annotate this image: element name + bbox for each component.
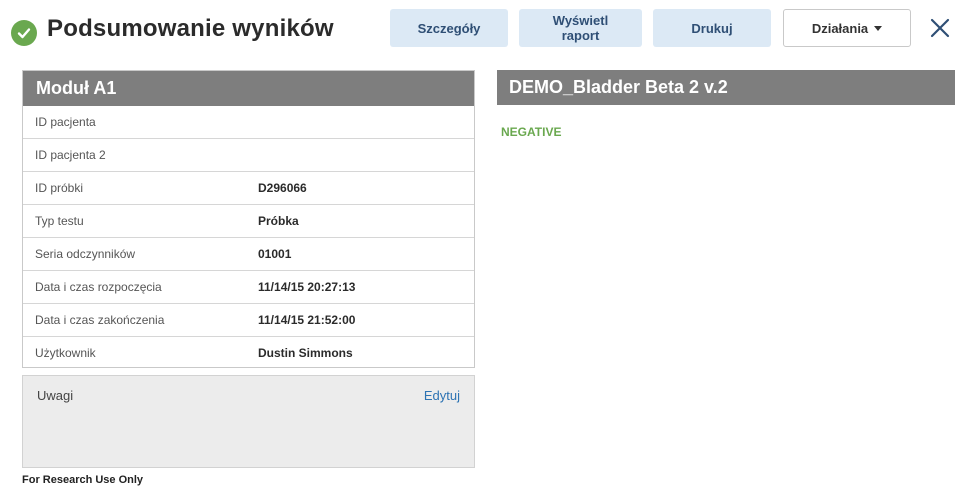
module-info-list: ID pacjenta ID pacjenta 2 ID próbki D296… (23, 106, 474, 369)
info-row-sample-id: ID próbki D296066 (23, 172, 474, 205)
result-status: NEGATIVE (501, 125, 562, 139)
info-label: ID pacjenta (35, 115, 96, 129)
show-report-button[interactable]: Wyświetl raport (519, 9, 642, 47)
info-value: Dustin Simmons (258, 346, 353, 360)
info-value: Próbka (258, 214, 299, 228)
close-icon[interactable] (928, 16, 952, 40)
info-row-reagent-lot: Seria odczynników 01001 (23, 238, 474, 271)
print-button[interactable]: Drukuj (653, 9, 771, 47)
actions-label: Działania (811, 20, 869, 36)
details-button[interactable]: Szczegóły (390, 9, 508, 47)
info-label: Seria odczynników (35, 247, 136, 261)
research-use-note: For Research Use Only (22, 474, 144, 486)
info-row-test-type: Typ testu Próbka (23, 205, 474, 238)
info-label: Typ testu (35, 214, 84, 228)
notes-panel: Uwagi Edytuj (22, 375, 475, 468)
actions-dropdown-button[interactable]: Działania (783, 9, 911, 47)
info-row-patient-id: ID pacjenta (23, 106, 474, 139)
edit-notes-link[interactable]: Edytuj (424, 388, 460, 403)
info-row-start-time: Data i czas rozpoczęcia 11/14/15 20:27:1… (23, 271, 474, 304)
info-row-end-time: Data i czas zakończenia 11/14/15 21:52:0… (23, 304, 474, 337)
info-label: Data i czas zakończenia (35, 313, 165, 327)
notes-label: Uwagi (37, 388, 74, 403)
check-circle-icon (11, 20, 37, 46)
info-row-user: Użytkownik Dustin Simmons (23, 337, 474, 369)
page-title: Podsumowanie wyników (47, 15, 334, 42)
info-row-patient-id-2: ID pacjenta 2 (23, 139, 474, 172)
module-title: Moduł A1 (23, 71, 474, 106)
info-label: Data i czas rozpoczęcia (35, 280, 162, 294)
module-panel: Moduł A1 ID pacjenta ID pacjenta 2 ID pr… (22, 70, 475, 368)
info-value: D296066 (258, 181, 307, 195)
info-value: 11/14/15 20:27:13 (258, 280, 356, 294)
info-label: Użytkownik (35, 346, 96, 360)
info-value: 11/14/15 21:52:00 (258, 313, 356, 327)
caret-down-icon (874, 25, 883, 31)
info-value: 01001 (258, 247, 292, 261)
header: Podsumowanie wyników Szczegóły Wyświetl … (0, 0, 955, 64)
info-label: ID pacjenta 2 (35, 148, 106, 162)
assay-title: DEMO_Bladder Beta 2 v.2 (497, 70, 955, 105)
info-label: ID próbki (35, 181, 84, 195)
